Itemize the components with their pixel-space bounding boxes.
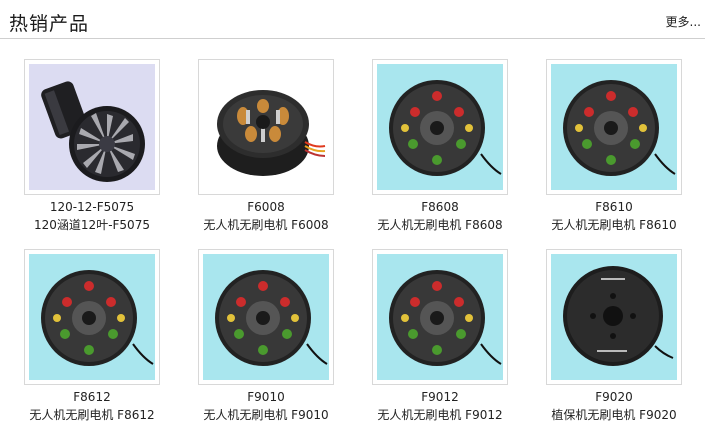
ducted-fan-icon [29, 64, 155, 190]
product-thumbnail[interactable] [372, 59, 508, 195]
motor-icon [377, 64, 503, 190]
product-grid: 120-12-F5075 120涵道12叶-F5075 F6008 无人机无刷电… [0, 0, 711, 439]
motor-icon [203, 64, 329, 190]
product-name[interactable]: 无人机无刷电机 F9012 [357, 406, 523, 423]
product-name[interactable]: 无人机无刷电机 F6008 [183, 216, 349, 233]
motor-icon [551, 254, 677, 380]
product-name[interactable]: 无人机无刷电机 F8610 [531, 216, 697, 233]
motor-icon [203, 254, 329, 380]
product-model[interactable]: F9012 [357, 390, 523, 404]
motor-icon [551, 64, 677, 190]
product-thumbnail[interactable] [198, 249, 334, 385]
product-model[interactable]: F9010 [183, 390, 349, 404]
product-thumbnail[interactable] [198, 59, 334, 195]
product-name[interactable]: 无人机无刷电机 F8612 [9, 406, 175, 423]
product-thumbnail[interactable] [546, 249, 682, 385]
product-thumbnail[interactable] [24, 249, 160, 385]
product-name[interactable]: 无人机无刷电机 F9010 [183, 406, 349, 423]
motor-icon [29, 254, 155, 380]
product-model[interactable]: F8608 [357, 200, 523, 214]
product-thumbnail[interactable] [372, 249, 508, 385]
product-name[interactable]: 植保机无刷电机 F9020 [531, 406, 697, 423]
product-thumbnail[interactable] [546, 59, 682, 195]
product-name[interactable]: 120涵道12叶-F5075 [9, 216, 175, 233]
product-model[interactable]: F8610 [531, 200, 697, 214]
product-model[interactable]: 120-12-F5075 [9, 200, 175, 214]
product-thumbnail[interactable] [24, 59, 160, 195]
motor-icon [377, 254, 503, 380]
product-name[interactable]: 无人机无刷电机 F8608 [357, 216, 523, 233]
product-model[interactable]: F8612 [9, 390, 175, 404]
product-model[interactable]: F9020 [531, 390, 697, 404]
product-model[interactable]: F6008 [183, 200, 349, 214]
